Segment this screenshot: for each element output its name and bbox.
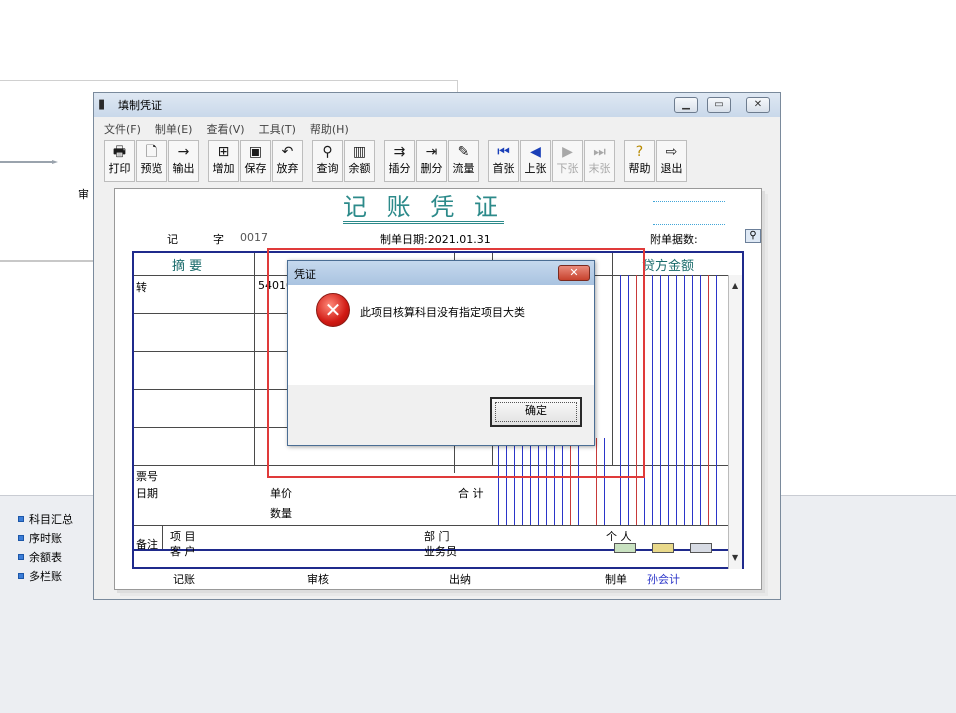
help-icon: ? [635, 144, 644, 160]
delete-row-icon: ⇥ [425, 144, 438, 160]
prev-voucher-button[interactable]: ◀ 上张 [520, 140, 551, 182]
footer-audit: 审核 [307, 573, 329, 586]
unit-price-label: 单价 [270, 487, 292, 500]
last-icon: ⏭ [593, 144, 606, 160]
bullet-icon [18, 535, 24, 541]
add-button[interactable]: ⊞ 增加 [208, 140, 239, 182]
footer-bookkeeping: 记账 [173, 573, 195, 586]
last-voucher-button[interactable]: ⏭ 末张 [584, 140, 615, 182]
voucher-number: 0017 [240, 231, 268, 244]
scroll-down-icon[interactable]: ▼ [732, 553, 738, 562]
undo-icon: ↶ [281, 144, 294, 160]
side-link-balance[interactable]: 余额表 [18, 549, 62, 565]
customer-label: 客 户 [170, 545, 196, 558]
column-credit-header: 贷方金额 [642, 259, 695, 274]
add-icon: ⊞ [217, 144, 230, 160]
entry-summary-cell[interactable]: 转 [136, 279, 147, 295]
magnifier-icon[interactable]: ⚲ [745, 229, 761, 243]
total-label: 合 计 [458, 487, 484, 500]
grid-scrollbar[interactable]: ▲ ▼ [728, 275, 742, 569]
flow-icon: ✎ [457, 144, 470, 160]
toolbar: 🖶 打印 🗋 预览 → 输出 ⊞ 增加 ▣ 保存 ↶ 放弃 ⚲ 查询 ▥ 余额 ⇉ 插分 ⇥ 删分 … [94, 140, 780, 184]
insert-row-icon: ⇉ [393, 144, 406, 160]
save-button[interactable]: ▣ 保存 [240, 140, 271, 182]
save-icon: ▣ [248, 144, 263, 160]
dotted-divider [653, 201, 725, 202]
discard-button[interactable]: ↶ 放弃 [272, 140, 303, 182]
footer-preparer-name: 孙会计 [647, 573, 680, 586]
query-button[interactable]: ⚲ 查询 [312, 140, 343, 182]
cash-flow-button[interactable]: ✎ 流量 [448, 140, 479, 182]
ticket-no-label: 票号 [136, 470, 158, 483]
attachments-label: 附单据数: [650, 233, 698, 246]
close-window-button[interactable]: ✕ [746, 97, 770, 113]
side-link-multi-column[interactable]: 多栏账 [18, 568, 62, 584]
preview-button[interactable]: 🗋 预览 [136, 140, 167, 182]
quantity-label: 数量 [270, 507, 292, 520]
background-tab-label: 审 [78, 188, 89, 201]
column-summary-header: 摘 要 [172, 259, 203, 274]
maximize-button[interactable]: ▭ [707, 97, 731, 113]
salesperson-label: 业务员 [424, 545, 457, 558]
preview-icon: 🗋 [145, 144, 158, 160]
scroll-up-icon[interactable]: ▲ [732, 281, 738, 290]
arrow-icon [0, 160, 58, 164]
menu-view[interactable]: 查看(V) [206, 121, 244, 137]
print-button[interactable]: 🖶 打印 [104, 140, 135, 182]
export-button[interactable]: → 输出 [168, 140, 199, 182]
export-icon: → [177, 144, 190, 160]
person-label: 个 人 [606, 530, 632, 543]
first-voucher-button[interactable]: ⏮ 首张 [488, 140, 519, 182]
menu-help[interactable]: 帮助(H) [310, 121, 349, 137]
remark-label: 备注 [136, 538, 158, 551]
prepare-date[interactable]: 制单日期:2021.01.31 [380, 231, 491, 247]
printer-icon: 🖶 [112, 144, 127, 160]
first-icon: ⏮ [497, 144, 510, 160]
menu-edit[interactable]: 制单(E) [155, 121, 193, 137]
voucher-type-label[interactable]: 记 [167, 231, 178, 247]
binoculars-icon: ⚲ [322, 144, 333, 160]
card-icon[interactable] [652, 543, 674, 553]
bar-chart-icon: ▥ [352, 144, 367, 160]
next-icon: ▶ [562, 144, 573, 160]
insert-entry-button[interactable]: ⇉ 插分 [384, 140, 415, 182]
delete-entry-button[interactable]: ⇥ 删分 [416, 140, 447, 182]
dotted-divider [653, 224, 725, 225]
footer-cashier: 出纳 [449, 573, 471, 586]
window-title: 填制凭证 [118, 99, 162, 112]
menu-bar: 文件(F) 制单(E) 查看(V) 工具(T) 帮助(H) [94, 119, 780, 139]
side-link-journal[interactable]: 序时账 [18, 530, 62, 546]
window-title-bar: ▮ 填制凭证 ▁ ▭ ✕ [94, 93, 780, 117]
project-label: 项 目 [170, 530, 196, 543]
balance-button[interactable]: ▥ 余额 [344, 140, 375, 182]
prev-icon: ◀ [530, 144, 541, 160]
highlight-box [267, 248, 645, 478]
menu-tools[interactable]: 工具(T) [259, 121, 296, 137]
bullet-icon [18, 516, 24, 522]
help-button[interactable]: ? 帮助 [624, 140, 655, 182]
footer-preparer-label: 制单 [605, 573, 627, 586]
next-voucher-button[interactable]: ▶ 下张 [552, 140, 583, 182]
card-icon[interactable] [614, 543, 636, 553]
side-link-subject-summary[interactable]: 科目汇总 [18, 511, 73, 527]
bullet-icon [18, 554, 24, 560]
exit-button[interactable]: ⇨ 退出 [656, 140, 687, 182]
voucher-title: 记 账 凭 证 [343, 193, 504, 224]
minimize-button[interactable]: ▁ [674, 97, 698, 113]
date-field-label: 日期 [136, 487, 158, 500]
zi-label: 字 [213, 233, 224, 246]
exit-icon: ⇨ [665, 144, 678, 160]
department-label: 部 门 [424, 530, 450, 543]
menu-file[interactable]: 文件(F) [104, 121, 141, 137]
app-icon: ▮ [98, 97, 106, 112]
card-icon[interactable] [690, 543, 712, 553]
bullet-icon [18, 573, 24, 579]
